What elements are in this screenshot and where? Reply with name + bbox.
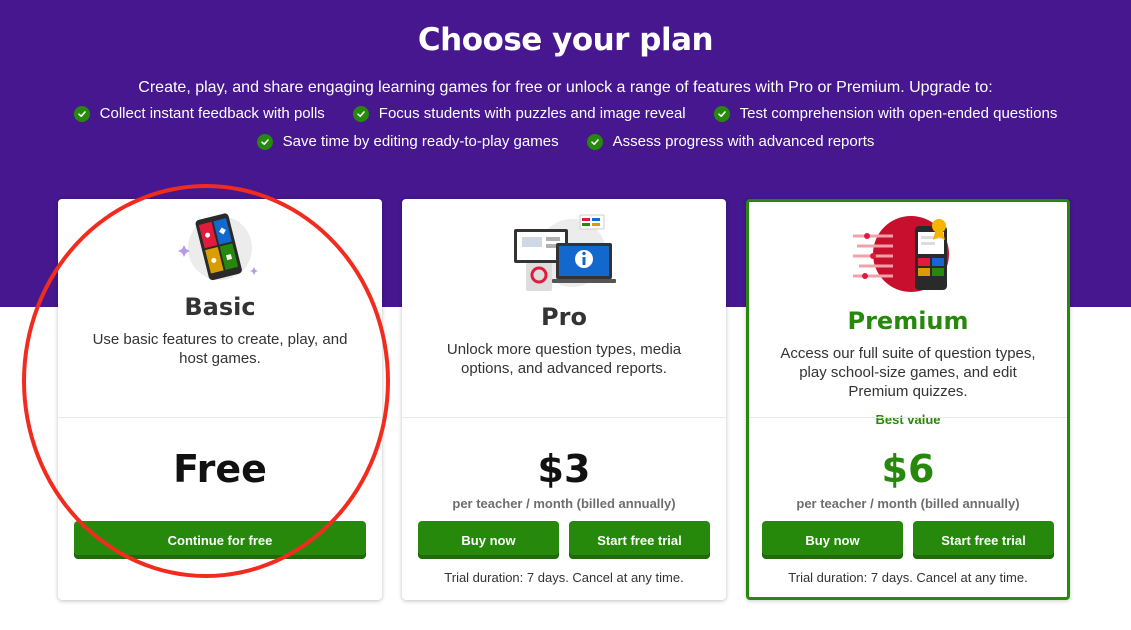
check-circle-icon [586, 133, 603, 150]
feature-item: Save time by editing ready-to-play games [256, 133, 559, 150]
check-circle-icon [256, 133, 273, 150]
continue-for-free-button[interactable]: Continue for free [74, 521, 366, 559]
plan-name: Basic [184, 293, 256, 321]
feature-label: Focus students with puzzles and image re… [378, 105, 686, 122]
devices-illustration [514, 214, 616, 291]
feature-item: Assess progress with advanced reports [586, 133, 875, 150]
feature-item: Test comprehension with open-ended quest… [713, 105, 1058, 122]
check-circle-icon [713, 105, 730, 122]
buy-now-button[interactable]: Buy now [418, 521, 559, 559]
plan-card-basic: Basic Use basic features to create, play… [58, 199, 382, 600]
hero-subtitle: Create, play, and share engaging learnin… [138, 79, 993, 96]
divider [402, 417, 726, 418]
feature-label: Save time by editing ready-to-play games [282, 133, 559, 150]
feature-item: Focus students with puzzles and image re… [352, 105, 686, 122]
start-free-trial-button[interactable]: Start free trial [913, 521, 1054, 559]
plan-description: Access our full suite of question types,… [780, 345, 1036, 400]
price-period: per teacher / month (billed annually) [452, 496, 676, 511]
check-circle-icon [73, 105, 90, 122]
plan-description: Unlock more question types, media option… [446, 341, 682, 377]
plan-name: Pro [541, 303, 587, 331]
tablet-quiz-illustration [178, 213, 258, 281]
divider [58, 417, 382, 418]
feature-list-row-2: Save time by editing ready-to-play games… [0, 133, 1131, 150]
start-free-trial-button[interactable]: Start free trial [569, 521, 710, 559]
check-circle-icon [352, 105, 369, 122]
plan-price: $3 [537, 447, 591, 491]
plan-description: Use basic features to create, play, and … [92, 331, 348, 367]
phone-premium-illustration [853, 216, 949, 292]
trial-note: Trial duration: 7 days. Cancel at any ti… [444, 570, 684, 585]
plan-price: Free [173, 447, 267, 491]
plan-price: $6 [881, 447, 935, 491]
feature-label: Test comprehension with open-ended quest… [739, 105, 1058, 122]
plan-card-pro: Pro Unlock more question types, media op… [402, 199, 726, 600]
buy-now-button[interactable]: Buy now [762, 521, 903, 559]
best-value-badge: Best value [875, 412, 941, 427]
divider [749, 417, 1067, 418]
feature-item: Collect instant feedback with polls [73, 105, 325, 122]
price-period: per teacher / month (billed annually) [796, 496, 1020, 511]
page-title: Choose your plan [417, 22, 714, 58]
feature-label: Collect instant feedback with polls [99, 105, 325, 122]
plan-name: Premium [847, 307, 969, 335]
feature-list-row-1: Collect instant feedback with polls Focu… [0, 105, 1131, 122]
feature-label: Assess progress with advanced reports [612, 133, 875, 150]
plan-card-premium: Premium Access our full suite of questio… [746, 199, 1070, 600]
trial-note: Trial duration: 7 days. Cancel at any ti… [788, 570, 1028, 585]
